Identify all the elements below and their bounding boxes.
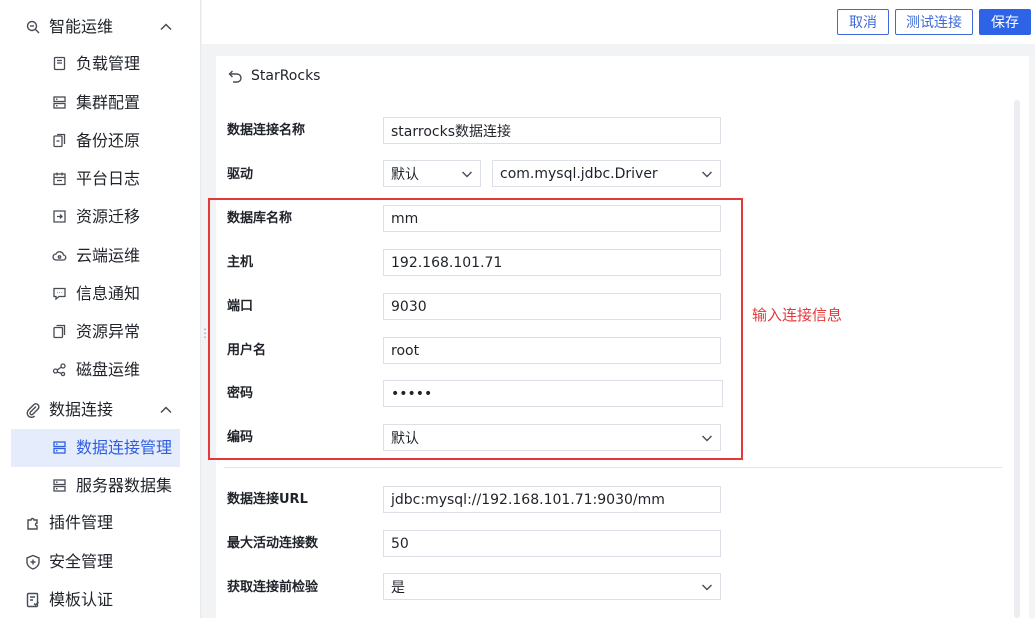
sidebar-item-label: 负载管理 xyxy=(76,54,141,73)
chevron-up-icon[interactable] xyxy=(159,403,173,417)
sidebar-item-server-dataset[interactable]: 服务器数据集 xyxy=(11,467,180,505)
sidebar-item-disk[interactable]: 磁盘运维 xyxy=(11,351,180,389)
cluster-icon xyxy=(53,96,66,109)
backup-icon xyxy=(53,133,66,148)
max-active-label: 最大活动连接数 xyxy=(227,536,319,551)
sidebar: 智能运维 负载管理 集群配置 备份还原 平台日志 资源迁移 云端运维 信息通知 … xyxy=(0,0,201,618)
cloud-icon xyxy=(52,251,67,261)
driver-label: 驱动 xyxy=(227,167,254,182)
back-arrow-icon[interactable] xyxy=(228,69,243,84)
sidebar-resize-handle[interactable]: ⋮ xyxy=(199,327,211,348)
migrate-icon xyxy=(53,210,66,223)
sidebar-item-migrate[interactable]: 资源迁移 xyxy=(11,198,180,236)
driver-mode-value: 默认 xyxy=(391,166,419,183)
validate-value: 是 xyxy=(391,579,405,596)
form-title: StarRocks xyxy=(251,68,321,84)
sidebar-item-label: 备份还原 xyxy=(76,131,141,150)
driver-mode-select[interactable]: 默认 xyxy=(383,160,481,187)
sidebar-item-cluster[interactable]: 集群配置 xyxy=(11,84,180,122)
message-icon xyxy=(53,287,66,301)
connection-info-highlight xyxy=(208,198,743,460)
sidebar-item-label: 数据连接管理 xyxy=(76,438,173,457)
share-icon xyxy=(52,363,66,377)
plugin-icon xyxy=(27,517,38,530)
nav-group-label: 安全管理 xyxy=(49,552,114,571)
annotation-label: 输入连接信息 xyxy=(752,306,843,324)
section-divider xyxy=(224,467,1002,468)
template-icon xyxy=(26,592,39,608)
sidebar-item-label: 资源异常 xyxy=(76,322,141,341)
max-active-value: 50 xyxy=(391,535,409,552)
sidebar-item-logs[interactable]: 平台日志 xyxy=(11,160,180,198)
sidebar-item-data-connection-manage[interactable]: 数据连接管理 xyxy=(11,429,180,467)
form-scrollbar[interactable] xyxy=(1014,100,1020,618)
test-connection-button[interactable]: 测试连接 xyxy=(895,9,973,35)
sidebar-item-backup[interactable]: 备份还原 xyxy=(11,122,180,160)
driver-class-value: com.mysql.jdbc.Driver xyxy=(500,165,658,182)
sidebar-item-cloud[interactable]: 云端运维 xyxy=(11,237,180,275)
nav-group-label: 智能运维 xyxy=(49,17,114,36)
validate-select[interactable]: 是 xyxy=(383,573,721,600)
conn-name-value: starrocks数据连接 xyxy=(391,123,511,140)
sidebar-item-label: 磁盘运维 xyxy=(76,360,141,379)
cancel-button[interactable]: 取消 xyxy=(837,9,889,35)
save-button[interactable]: 保存 xyxy=(979,9,1031,35)
sidebar-item-label: 资源迁移 xyxy=(76,207,141,226)
url-value: jdbc:mysql://192.168.101.71:9030/mm xyxy=(391,491,665,508)
server-icon xyxy=(53,479,66,492)
calendar-icon xyxy=(53,172,66,186)
paperclip-icon xyxy=(26,403,40,418)
conn-name-input[interactable]: starrocks数据连接 xyxy=(383,117,721,144)
driver-class-select[interactable]: com.mysql.jdbc.Driver xyxy=(492,160,721,187)
chevron-up-icon[interactable] xyxy=(159,20,173,34)
chevron-down-icon xyxy=(462,171,472,178)
sidebar-item-label: 集群配置 xyxy=(76,93,141,112)
load-icon xyxy=(53,56,66,71)
sidebar-item-load[interactable]: 负载管理 xyxy=(11,45,180,83)
nav-group-plugins[interactable]: 插件管理 xyxy=(0,504,201,542)
nav-group-data-connection[interactable]: 数据连接 xyxy=(0,391,201,429)
sidebar-item-label: 平台日志 xyxy=(76,169,141,188)
max-active-input[interactable]: 50 xyxy=(383,530,721,557)
nav-group-label: 数据连接 xyxy=(49,400,114,419)
sidebar-item-notify[interactable]: 信息通知 xyxy=(11,275,180,313)
url-input[interactable]: jdbc:mysql://192.168.101.71:9030/mm xyxy=(383,486,721,513)
nav-group-label: 模板认证 xyxy=(49,590,114,609)
conn-name-label: 数据连接名称 xyxy=(227,123,306,138)
sidebar-item-label: 服务器数据集 xyxy=(76,476,173,495)
copy-icon xyxy=(53,324,66,339)
chevron-down-icon xyxy=(702,171,712,178)
page-scrollbar[interactable] xyxy=(1029,56,1035,618)
database-icon xyxy=(53,441,66,454)
ops-icon xyxy=(26,20,40,34)
nav-group-template-auth[interactable]: 模板认证 xyxy=(0,581,201,618)
url-label: 数据连接URL xyxy=(227,492,308,507)
nav-group-security[interactable]: 安全管理 xyxy=(0,543,201,581)
shield-icon xyxy=(26,554,40,570)
sidebar-item-label: 信息通知 xyxy=(76,284,141,303)
chevron-down-icon xyxy=(702,584,712,591)
sidebar-item-label: 云端运维 xyxy=(76,246,141,265)
validate-label: 获取连接前检验 xyxy=(227,580,319,595)
nav-group-label: 插件管理 xyxy=(49,513,114,532)
sidebar-item-resource-error[interactable]: 资源异常 xyxy=(11,313,180,351)
form-header: StarRocks xyxy=(228,66,320,86)
nav-group-smart-ops[interactable]: 智能运维 xyxy=(0,8,201,46)
